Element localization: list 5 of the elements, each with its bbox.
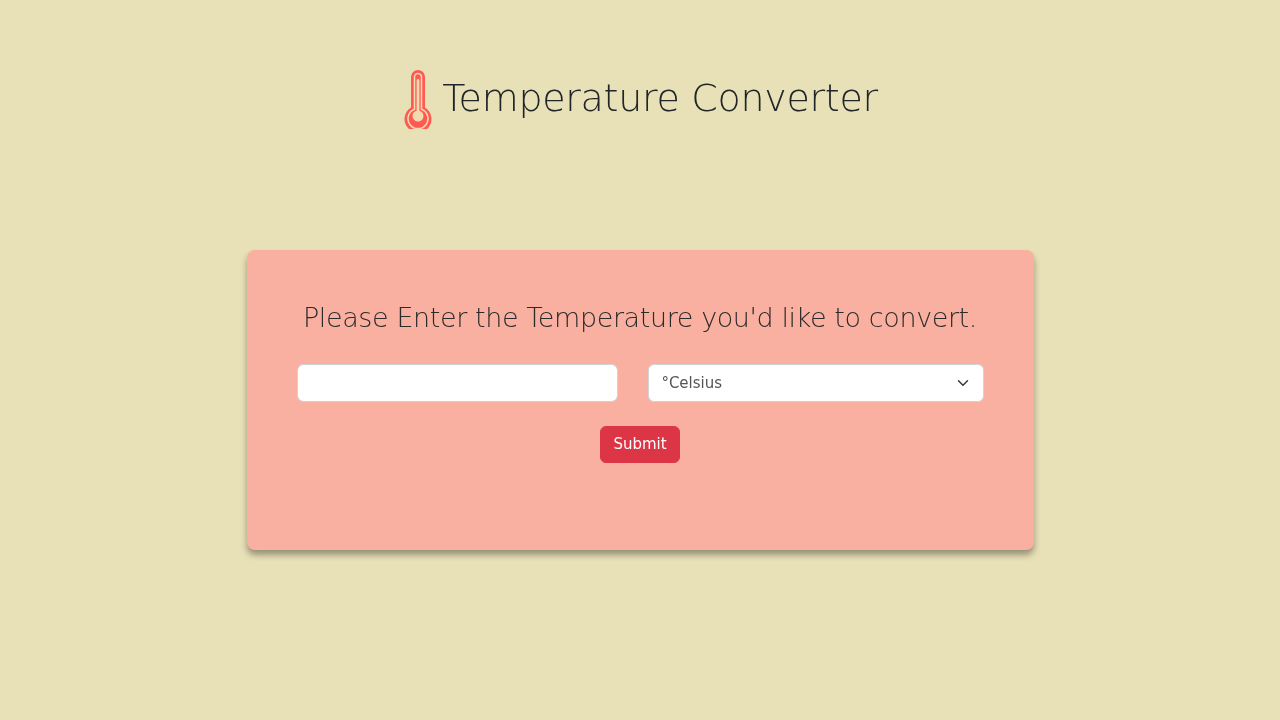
prompt-heading: Please Enter the Temperature you'd like to convert. (303, 302, 977, 335)
submit-button[interactable]: Submit (600, 426, 680, 463)
app-title: Temperature Converter (442, 76, 878, 122)
unit-select[interactable]: °Celsius (648, 364, 984, 403)
temperature-input[interactable] (296, 364, 619, 403)
